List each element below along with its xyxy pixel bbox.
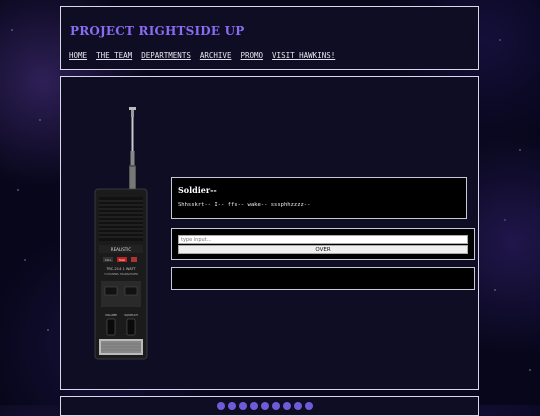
message-box: Soldier-- Shhsskrt-- I-- ffs-- wake-- ss… bbox=[171, 177, 467, 219]
response-log-box bbox=[171, 267, 475, 290]
nav-the-team[interactable]: THE TEAM bbox=[96, 51, 132, 60]
nav-archive[interactable]: ARCHIVE bbox=[200, 51, 232, 60]
site-title: PROJECT RIGHTSIDE UP bbox=[70, 24, 245, 38]
message-input[interactable] bbox=[178, 235, 468, 244]
nav-home[interactable]: HOME bbox=[69, 51, 87, 60]
over-button[interactable]: OVER bbox=[178, 245, 468, 254]
nav-departments[interactable]: DEPARTMENTS bbox=[141, 51, 191, 60]
squelch-label: SQUELCH bbox=[124, 313, 137, 317]
main-panel: REALISTIC CALL TALK TRC-214 1 WATT 3 CHA… bbox=[60, 76, 479, 390]
walkie-talkie-image: REALISTIC CALL TALK TRC-214 1 WATT 3 CHA… bbox=[94, 107, 148, 360]
message-text: Shhsskrt-- I-- ffs-- wake-- sssphhzzzz-- bbox=[178, 202, 311, 208]
nav-visit-hawkins[interactable]: VISIT HAWKINS! bbox=[272, 51, 335, 60]
talk-label: TALK bbox=[119, 258, 125, 262]
header-panel: PROJECT RIGHTSIDE UP HOME THE TEAM DEPAR… bbox=[60, 6, 479, 70]
radio-brand-label: REALISTIC bbox=[111, 247, 132, 252]
footer-decoration bbox=[217, 402, 313, 410]
footer-panel bbox=[60, 396, 479, 416]
input-box: OVER bbox=[171, 228, 475, 260]
radio-model-sub: 3 CHANNEL TRANSCEIVER bbox=[104, 272, 138, 276]
call-label: CALL bbox=[105, 258, 112, 262]
nav-promo[interactable]: PROMO bbox=[240, 51, 263, 60]
message-sender: Soldier-- bbox=[178, 185, 217, 195]
radio-model-label: TRC-214 1 WATT bbox=[105, 267, 136, 271]
volume-label: VOLUME bbox=[105, 313, 117, 317]
main-nav: HOME THE TEAM DEPARTMENTS ARCHIVE PROMO … bbox=[69, 51, 335, 60]
